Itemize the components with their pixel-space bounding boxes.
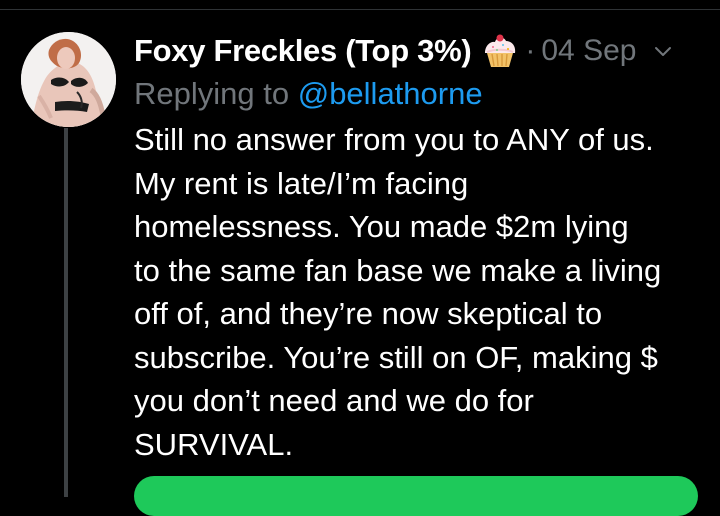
avatar[interactable]	[21, 32, 116, 127]
replying-to-label: Replying to	[134, 76, 298, 111]
chevron-down-icon[interactable]	[654, 45, 672, 57]
cupcake-icon	[483, 33, 517, 69]
tweet-text-line: you don’t need and we do for	[134, 383, 534, 418]
timestamp[interactable]: 04 Sep	[541, 34, 636, 68]
tweet-text-line: My rent is late/I’m facing	[134, 165, 469, 201]
green-action-button[interactable]	[134, 476, 698, 516]
tweet-text-line: to the same fan base we make a living	[134, 252, 662, 288]
tweet-text-line: Still no answer from you to ANY of us.	[134, 122, 654, 157]
tweet-text-line: SURVIVAL.	[134, 426, 294, 462]
replying-to: Replying to @bellathorne	[134, 72, 704, 116]
mention-link[interactable]: @bellathorne	[298, 76, 483, 111]
top-divider	[0, 9, 720, 10]
tweet-text-line: subscribe. You’re still on OF, making $	[134, 339, 658, 375]
tweet-text-line: homelessness. You made $2m lying	[134, 209, 629, 244]
tweet-text-line: off of, and they’re now skeptical to	[134, 296, 603, 331]
display-name[interactable]: Foxy Freckles (Top 3%)	[134, 33, 472, 69]
tweet-header: Foxy Freckles (Top 3%) · 04 Sep	[134, 28, 704, 74]
meta-separator: ·	[525, 34, 536, 67]
tweet-text: Still no answer from you to ANY of us. M…	[134, 118, 704, 466]
thread-line	[64, 128, 68, 497]
tweet[interactable]: Foxy Freckles (Top 3%) · 04 Sep Replying…	[134, 28, 704, 466]
avatar-photo	[21, 32, 116, 127]
